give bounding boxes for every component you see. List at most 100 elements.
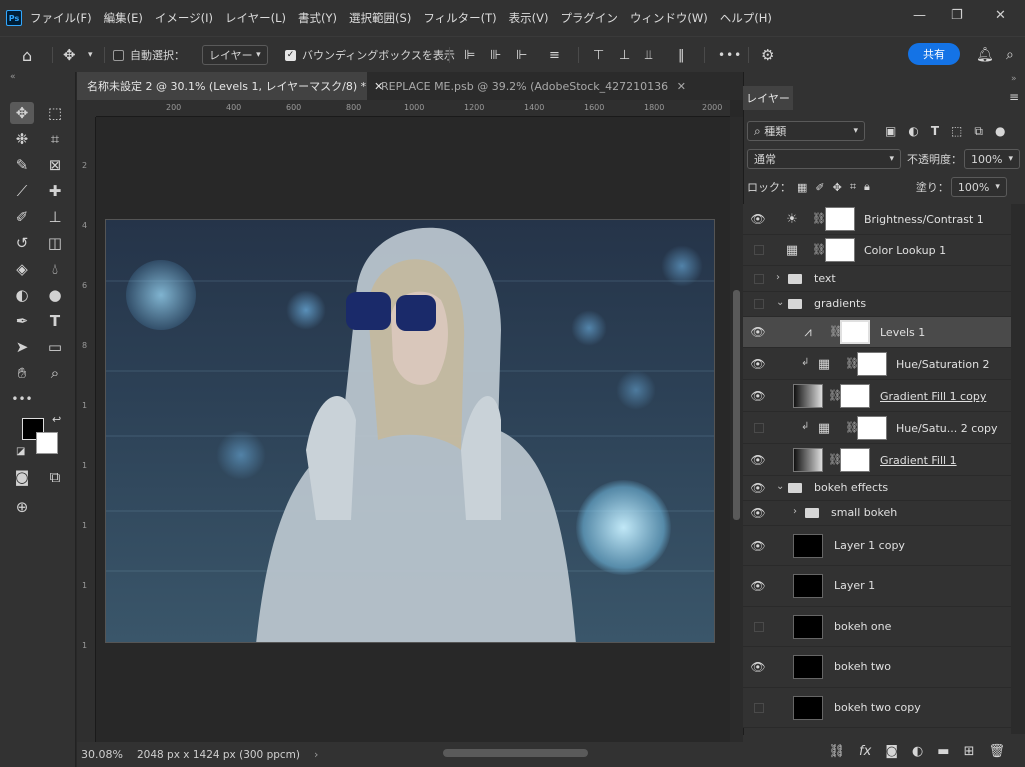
close-window-button[interactable]: ✕ (995, 8, 1006, 23)
visibility-eye-icon[interactable]: 👁︎ (750, 481, 765, 495)
burn-tool-icon[interactable]: ● (43, 284, 67, 306)
settings-gear-icon[interactable]: ⚙ (761, 45, 774, 65)
quick-mask-icon[interactable]: ◙ (10, 466, 34, 488)
vertical-ruler[interactable]: 2 4 6 8 1 1 1 1 1 (77, 117, 96, 742)
link-layers-icon[interactable]: ⛓︎ (829, 744, 846, 759)
brush-tool-icon[interactable]: ✐ (10, 206, 34, 228)
visibility-off-box[interactable] (754, 299, 764, 309)
tab-document-1[interactable]: 名称未設定 2 @ 30.1% (Levels 1, レイヤーマスク/8) * … (77, 72, 383, 100)
menu-view[interactable]: 表示(V) (509, 10, 549, 26)
layer-row[interactable]: 👁︎ ↲ ▦ ⛓︎ Hue/Saturation 2 (743, 348, 1011, 380)
visibility-off-box[interactable] (754, 423, 764, 433)
layer-name[interactable]: Layer 1 (834, 579, 875, 592)
layer-name[interactable]: Layer 1 copy (834, 539, 905, 552)
layer-name[interactable]: Gradient Fill 1 copy (880, 390, 986, 403)
link-icon[interactable]: ⛓︎ (845, 421, 859, 434)
link-icon[interactable]: ⛓︎ (828, 389, 842, 402)
menu-help[interactable]: ヘルプ(H) (720, 10, 772, 26)
chevron-right-icon[interactable]: › (776, 272, 780, 283)
auto-select-checkbox[interactable]: 自動選択： (113, 45, 185, 65)
layer-name[interactable]: bokeh two copy (834, 701, 921, 714)
chevron-down-icon[interactable]: ⌄ (776, 297, 784, 308)
menu-select[interactable]: 選択範囲(S) (349, 10, 411, 26)
new-group-folder-icon[interactable]: ▬ (937, 744, 949, 759)
menu-image[interactable]: イメージ(I) (155, 10, 213, 26)
visibility-eye-icon[interactable]: 👁︎ (750, 453, 765, 467)
layer-row[interactable]: ▦ ⛓︎ Color Lookup 1 (743, 235, 1011, 266)
zoom-tool-icon[interactable]: ⌕ (43, 362, 67, 384)
restore-button[interactable]: ❐ (951, 8, 963, 23)
layer-name[interactable]: Gradient Fill 1 (880, 454, 957, 467)
document-canvas[interactable] (105, 219, 715, 643)
group-row[interactable]: › text (743, 266, 1011, 292)
align-right-icon[interactable]: ⊩ (516, 45, 527, 65)
eyedropper-tool-icon[interactable]: ⟋ (10, 180, 34, 202)
layer-mask-thumbnail[interactable] (857, 352, 887, 376)
opacity-field[interactable]: 100% ▾ (964, 149, 1020, 169)
filter-pixel-icon[interactable]: ▣ (885, 124, 896, 138)
layer-name[interactable]: Hue/Saturation 2 (896, 358, 990, 371)
move-tool-icon[interactable]: ✥ (63, 45, 76, 65)
history-brush-icon[interactable]: ↺ (10, 232, 34, 254)
layer-mask-thumbnail[interactable] (825, 207, 855, 231)
align-bottom-icon[interactable]: ⫫ (645, 45, 652, 65)
path-select-tool-icon[interactable]: ➤ (10, 336, 34, 358)
align-top-icon[interactable]: ⊤ (593, 45, 604, 65)
lock-all-icon[interactable]: 🔒︎ (864, 180, 870, 194)
menu-type[interactable]: 書式(Y) (298, 10, 337, 26)
screen-mode-icon[interactable]: ⧉ (43, 466, 67, 488)
menu-file[interactable]: ファイル(F) (30, 10, 92, 26)
link-icon[interactable]: ⛓︎ (828, 453, 842, 466)
visibility-eye-icon[interactable]: 👁︎ (750, 660, 765, 674)
more-tools-icon[interactable]: ••• (10, 388, 34, 410)
visibility-eye-icon[interactable]: 👁︎ (750, 212, 765, 226)
fill-field[interactable]: 100% ▾ (950, 177, 1007, 197)
pen-tool-icon[interactable]: ✎ (10, 154, 34, 176)
layer-thumbnail[interactable] (793, 696, 823, 720)
layer-row[interactable]: ↲ ▦ ⛓︎ Hue/Satu... 2 copy (743, 412, 1011, 444)
tab-layers[interactable]: レイヤー (743, 86, 793, 110)
filter-shape-icon[interactable]: ⬚ (951, 124, 962, 138)
bounding-box-checkbox[interactable]: ✓ バウンディングボックスを表示 (285, 45, 455, 65)
visibility-eye-icon[interactable]: 👁︎ (750, 539, 765, 553)
collapse-arrows-icon[interactable]: » (1011, 74, 1017, 84)
auto-select-target-dropdown[interactable]: レイヤー ▾ (202, 45, 268, 65)
group-row[interactable]: 👁︎ ⌄ bokeh effects (743, 476, 1011, 501)
zoom-level[interactable]: 30.08% (81, 748, 129, 761)
notifications-bell-icon[interactable]: 🔔︎ (976, 45, 994, 65)
align-left-icon[interactable]: ⊫ (464, 45, 475, 65)
lock-paint-icon[interactable]: ✐ (815, 181, 824, 194)
filter-toggle-icon[interactable]: ● (995, 124, 1005, 138)
default-colors-icon[interactable]: ◪ (16, 446, 25, 457)
layers-scrollbar[interactable] (1011, 204, 1025, 734)
layer-thumbnail[interactable] (793, 574, 823, 598)
layer-mask-thumbnail[interactable] (840, 384, 870, 408)
layer-row[interactable]: 👁︎ bokeh two (743, 647, 1011, 688)
collapse-arrows-icon[interactable]: « (10, 72, 16, 82)
menu-layer[interactable]: レイヤー(L) (225, 10, 286, 26)
visibility-off-box[interactable] (754, 274, 764, 284)
share-button[interactable]: 共有 (908, 43, 960, 65)
distribute-horizontal-icon[interactable]: ‖ (678, 45, 685, 65)
align-center-icon[interactable]: ⊪ (490, 45, 501, 65)
paint-bucket-icon[interactable]: ◈ (10, 258, 34, 280)
gradient-thumbnail[interactable] (793, 448, 823, 472)
layer-thumbnail[interactable] (793, 615, 823, 639)
lock-transparent-icon[interactable]: ▦ (797, 181, 807, 194)
minimize-button[interactable]: — (913, 8, 926, 23)
layer-row[interactable]: 👁︎ Layer 1 copy (743, 526, 1011, 566)
rectangle-tool-icon[interactable]: ▭ (43, 336, 67, 358)
type-tool-icon[interactable]: T (43, 310, 67, 332)
fx-icon[interactable]: fx (859, 744, 871, 759)
group-name[interactable]: small bokeh (831, 506, 897, 519)
group-name[interactable]: bokeh effects (814, 481, 888, 494)
lock-artboard-icon[interactable]: ⌗ (850, 180, 856, 194)
menu-edit[interactable]: 編集(E) (104, 10, 143, 26)
panel-menu-icon[interactable]: ≡ (1009, 90, 1019, 104)
visibility-eye-icon[interactable]: 👁︎ (750, 389, 765, 403)
background-color-swatch[interactable] (36, 432, 58, 454)
visibility-eye-icon[interactable]: 👁︎ (750, 357, 765, 371)
lock-position-icon[interactable]: ✥ (833, 181, 842, 194)
horizontal-scroll-thumb[interactable] (443, 749, 588, 757)
adjustment-layer-icon[interactable]: ◐ (912, 744, 923, 759)
